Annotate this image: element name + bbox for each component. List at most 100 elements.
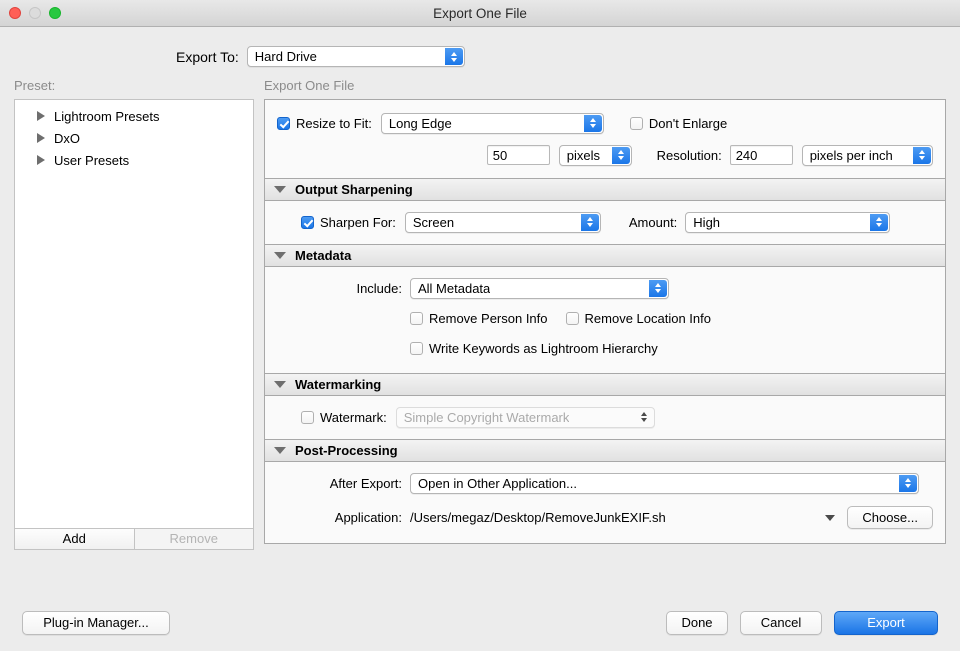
write-keywords-checkbox[interactable] (410, 341, 423, 355)
chevron-updown-icon (611, 146, 630, 164)
minimize-window-button (29, 7, 41, 19)
application-dropdown-caret-icon[interactable] (825, 514, 836, 521)
zoom-window-button[interactable] (49, 7, 61, 19)
size-unit-select[interactable]: pixels (558, 144, 632, 166)
add-preset-button[interactable]: Add (14, 528, 134, 550)
output-sharpening-title: Output Sharpening (295, 182, 413, 197)
image-size-input[interactable] (486, 145, 550, 165)
export-button[interactable]: Export (834, 611, 938, 635)
chevron-updown-icon (899, 474, 917, 492)
preset-group-lightroom-presets[interactable]: Lightroom Presets (15, 105, 253, 127)
resize-mode-select[interactable]: Long Edge (380, 112, 604, 134)
remove-person-info-checkbox[interactable] (410, 311, 423, 325)
watermark-label: Watermark: (320, 409, 387, 425)
preset-caption: Preset: (14, 78, 56, 93)
after-export-row: After Export: Open in Other Application.… (277, 472, 933, 494)
settings-column: Export One File Resize to Fit: Long Edge… (264, 78, 946, 550)
size-unit-value: pixels (566, 147, 601, 163)
metadata-include-row: Include: All Metadata (277, 277, 933, 299)
dont-enlarge-label: Don't Enlarge (648, 115, 728, 131)
resolution-input[interactable] (729, 145, 793, 165)
metadata-body: Include: All Metadata Remove Person Info… (265, 267, 945, 373)
sharpen-for-select[interactable]: Screen (404, 211, 601, 233)
disclosure-triangle-down-icon[interactable] (274, 447, 286, 454)
disclosure-triangle-icon[interactable] (37, 155, 45, 165)
preset-list[interactable]: Lightroom Presets DxO User Presets (14, 99, 254, 529)
done-button[interactable]: Done (666, 611, 728, 635)
preset-group-user-presets[interactable]: User Presets (15, 149, 253, 171)
chevron-updown-icon (635, 409, 653, 426)
window-titlebar: Export One File (0, 0, 960, 27)
remove-person-info-label: Remove Person Info (429, 310, 548, 326)
resolution-unit-select[interactable]: pixels per inch (801, 144, 933, 166)
metadata-header[interactable]: Metadata (265, 245, 945, 267)
chevron-updown-icon (913, 146, 931, 164)
resize-to-fit-checkbox[interactable] (277, 116, 290, 130)
watermarking-header[interactable]: Watermarking (265, 374, 945, 396)
disclosure-triangle-icon[interactable] (37, 133, 45, 143)
preset-action-buttons: Add Remove (14, 528, 254, 550)
dialog-footer: Plug-in Manager... Done Cancel Export (0, 595, 960, 651)
watermarking-title: Watermarking (295, 377, 382, 392)
traffic-light-group (9, 7, 61, 19)
chevron-updown-icon (444, 48, 463, 65)
include-value: All Metadata (418, 280, 491, 296)
image-sizing-panel: Resize to Fit: Long Edge Don't Enlarge p… (264, 99, 946, 179)
disclosure-triangle-down-icon[interactable] (274, 252, 286, 259)
dont-enlarge-checkbox[interactable] (629, 116, 643, 130)
amount-value: High (693, 214, 721, 230)
plugin-manager-button[interactable]: Plug-in Manager... (22, 611, 170, 635)
preset-group-dxo[interactable]: DxO (15, 127, 253, 149)
export-to-value: Hard Drive (254, 49, 317, 64)
application-label: Application: (334, 510, 402, 525)
metadata-remove-row: Remove Person Info Remove Location Info (277, 307, 933, 329)
resolution-unit-value: pixels per inch (809, 147, 893, 163)
after-export-label: After Export: (329, 475, 402, 491)
disclosure-triangle-icon[interactable] (37, 111, 45, 121)
resize-to-fit-label: Resize to Fit: (296, 115, 372, 131)
metadata-include-select[interactable]: All Metadata (410, 277, 669, 299)
post-processing-panel: Post-Processing After Export: Open in Ot… (264, 440, 946, 544)
export-to-select[interactable]: Hard Drive (246, 46, 465, 67)
export-to-row: Export To: Hard Drive (176, 46, 960, 67)
output-sharpening-body: Sharpen For: Screen Amount: High (265, 201, 945, 244)
footer-action-buttons: Done Cancel Export (666, 611, 938, 635)
after-export-select[interactable]: Open in Other Application... (410, 472, 919, 494)
amount-label: Amount: (628, 214, 678, 230)
include-label: Include: (356, 280, 402, 296)
post-processing-header[interactable]: Post-Processing (265, 440, 945, 462)
metadata-keywords-row: Write Keywords as Lightroom Hierarchy (277, 337, 933, 359)
resize-mode-value: Long Edge (388, 115, 452, 131)
preset-group-label: Lightroom Presets (54, 108, 160, 124)
output-sharpening-panel: Output Sharpening Sharpen For: Screen Am… (264, 179, 946, 245)
metadata-panel: Metadata Include: All Metadata Remove Pe… (264, 245, 946, 374)
dialog-body: Preset: Lightroom Presets DxO User Prese… (0, 78, 960, 550)
post-processing-body: After Export: Open in Other Application.… (265, 462, 945, 543)
application-path-value: /Users/megaz/Desktop/RemoveJunkEXIF.sh (410, 510, 666, 525)
image-sizing-body: Resize to Fit: Long Edge Don't Enlarge p… (265, 100, 945, 178)
choose-application-button[interactable]: Choose... (847, 506, 933, 529)
after-export-value: Open in Other Application... (418, 475, 577, 491)
sharpen-for-label: Sharpen For: (320, 214, 396, 230)
sharpen-for-value: Screen (412, 214, 455, 230)
sharpen-for-checkbox[interactable] (301, 215, 314, 229)
chevron-updown-icon (580, 213, 599, 231)
chevron-updown-icon (870, 213, 889, 231)
resolution-label: Resolution: (656, 147, 722, 163)
chevron-updown-icon (649, 279, 667, 297)
watermarking-panel: Watermarking Watermark: Simple Copyright… (264, 374, 946, 440)
disclosure-triangle-down-icon[interactable] (274, 381, 286, 388)
disclosure-triangle-down-icon[interactable] (274, 186, 286, 193)
watermark-row: Watermark: Simple Copyright Watermark (277, 406, 933, 428)
output-sharpening-header[interactable]: Output Sharpening (265, 179, 945, 201)
chevron-updown-icon (583, 114, 602, 132)
sharpen-for-row: Sharpen For: Screen Amount: High (277, 211, 933, 233)
remove-location-info-checkbox[interactable] (565, 311, 579, 325)
metadata-title: Metadata (295, 248, 352, 263)
watermark-checkbox[interactable] (301, 410, 314, 424)
close-window-button[interactable] (9, 7, 21, 19)
window-title: Export One File (433, 5, 527, 21)
cancel-button[interactable]: Cancel (740, 611, 822, 635)
amount-select[interactable]: High (685, 211, 891, 233)
preset-group-label: User Presets (54, 152, 130, 168)
